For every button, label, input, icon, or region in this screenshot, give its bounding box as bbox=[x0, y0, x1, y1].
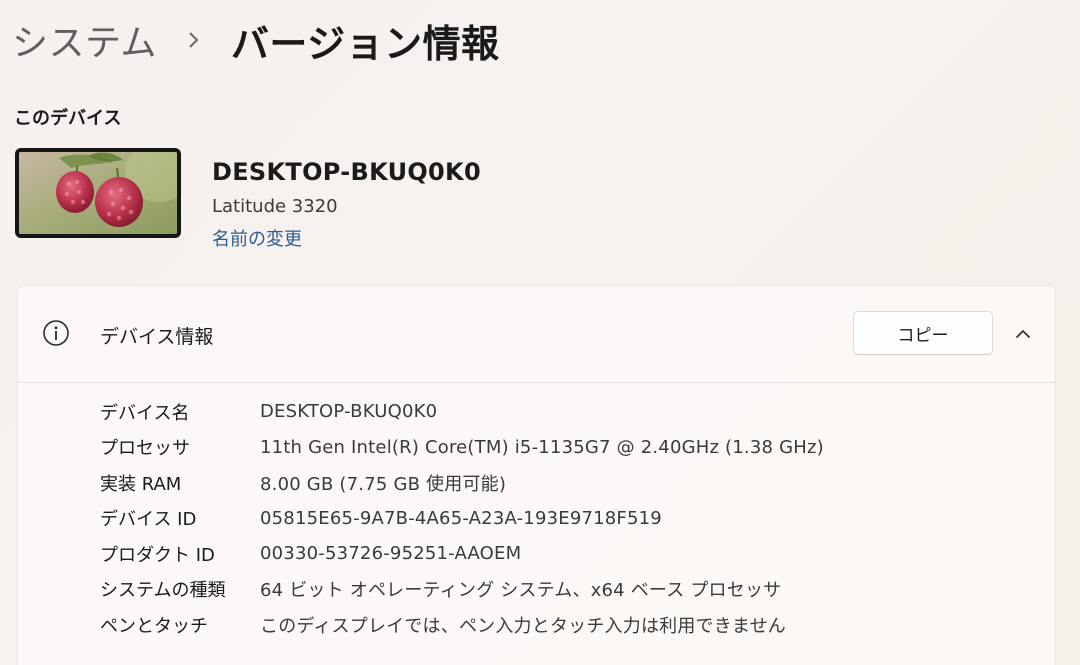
breadcrumb: システム バージョン情報 bbox=[12, 14, 500, 66]
chevron-up-icon[interactable] bbox=[1010, 321, 1036, 347]
rename-link[interactable]: 名前の変更 bbox=[212, 225, 302, 251]
spec-label: ペンとタッチ bbox=[100, 615, 208, 637]
device-wallpaper-thumbnail bbox=[15, 148, 181, 238]
spec-row-pen-touch: ペンとタッチ このディスプレイでは、ペン入力とタッチ入力は利用できません bbox=[100, 607, 824, 643]
spec-label: デバイス ID bbox=[100, 509, 197, 531]
spec-row-product-id: プロダクト ID 00330-53726-95251-AAOEM bbox=[100, 536, 824, 572]
spec-label: プロダクト ID bbox=[100, 544, 215, 566]
spec-row-device-id: デバイス ID 05815E65-9A7B-4A65-A23A-193E9718… bbox=[100, 501, 824, 537]
device-specs-title: デバイス情報 bbox=[100, 326, 214, 348]
device-specs-header[interactable]: デバイス情報 コピー bbox=[18, 286, 1055, 383]
spec-label: 実装 RAM bbox=[100, 473, 182, 495]
device-info: DESKTOP-BKUQ0K0 Latitude 3320 名前の変更 bbox=[212, 158, 481, 251]
device-specs-card: デバイス情報 コピー デバイス名 DESKTOP-BKUQ0K0 プロセッサ 1… bbox=[17, 285, 1056, 665]
info-icon bbox=[42, 319, 70, 347]
breadcrumb-parent-system[interactable]: システム bbox=[12, 14, 157, 66]
spec-row-ram: 実装 RAM 8.00 GB (7.75 GB 使用可能) bbox=[100, 465, 824, 501]
copy-button[interactable]: コピー bbox=[853, 311, 993, 355]
spec-row-system-type: システムの種類 64 ビット オペレーティング システム、x64 ベース プロセ… bbox=[100, 572, 824, 608]
spec-label: プロセッサ bbox=[100, 438, 190, 460]
device-name: DESKTOP-BKUQ0K0 bbox=[212, 158, 481, 186]
spec-label: システムの種類 bbox=[100, 580, 226, 602]
spec-row-device-name: デバイス名 DESKTOP-BKUQ0K0 bbox=[100, 394, 824, 430]
section-label-this-device: このデバイス bbox=[14, 108, 122, 129]
spec-value: 05815E65-9A7B-4A65-A23A-193E9718F519 bbox=[260, 507, 662, 529]
page-title: バージョン情報 bbox=[230, 21, 500, 66]
spec-value: このディスプレイでは、ペン入力とタッチ入力は利用できません bbox=[260, 615, 786, 637]
spec-value: DESKTOP-BKUQ0K0 bbox=[260, 401, 438, 423]
device-model: Latitude 3320 bbox=[212, 196, 338, 217]
device-specs-list: デバイス名 DESKTOP-BKUQ0K0 プロセッサ 11th Gen Int… bbox=[100, 394, 824, 643]
spec-value: 00330-53726-95251-AAOEM bbox=[260, 543, 522, 565]
chevron-right-icon bbox=[183, 29, 205, 51]
raspberry-image bbox=[19, 152, 177, 234]
spec-value: 11th Gen Intel(R) Core(TM) i5-1135G7 @ 2… bbox=[260, 436, 824, 458]
spec-row-processor: プロセッサ 11th Gen Intel(R) Core(TM) i5-1135… bbox=[100, 430, 824, 466]
spec-value: 8.00 GB (7.75 GB 使用可能) bbox=[260, 473, 507, 495]
spec-value: 64 ビット オペレーティング システム、x64 ベース プロセッサ bbox=[260, 580, 782, 602]
spec-label: デバイス名 bbox=[100, 402, 190, 424]
